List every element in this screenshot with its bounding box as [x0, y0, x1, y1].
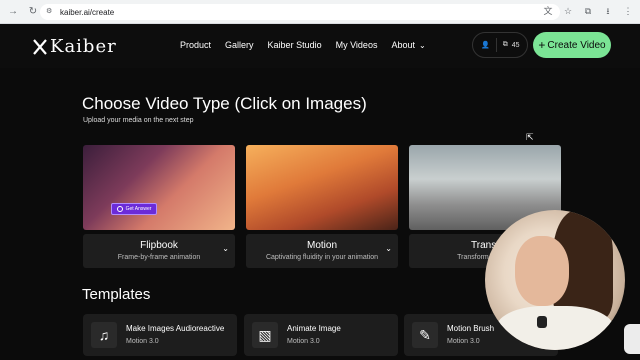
page-subtitle: Upload your media on the next step [83, 117, 194, 124]
presenter-jacket [495, 306, 615, 350]
type-description: Frame-by-frame animation [117, 254, 201, 261]
type-description: Captivating fluidity in your animation [265, 254, 379, 261]
template-name: Motion Brush [447, 324, 495, 333]
template-audioreactive[interactable]: ♫ Make Images Audioreactive Motion 3.0 [83, 314, 237, 356]
site-header: Kaiber Product Gallery Kaiber Studio My … [0, 24, 640, 68]
type-name: Flipbook [140, 240, 178, 251]
template-version: Motion 3.0 [126, 338, 159, 345]
nav-about[interactable]: About ⌄ [391, 40, 425, 50]
main-nav: Product Gallery Kaiber Studio My Videos … [180, 40, 440, 50]
microphone-icon [537, 316, 547, 328]
logo-text: Kaiber [50, 36, 117, 57]
nav-gallery[interactable]: Gallery [225, 40, 254, 50]
motion-thumbnail[interactable] [246, 145, 398, 230]
plus-icon: + [538, 38, 546, 52]
chevron-down-icon[interactable]: ⌄ [385, 244, 392, 253]
flipbook-thumbnail[interactable]: Get Answer [83, 145, 235, 230]
create-video-button[interactable]: + Create Video [533, 32, 611, 58]
translate-icon[interactable]: 文 [542, 5, 554, 17]
templates-heading: Templates [82, 286, 151, 303]
kaiber-logo[interactable]: Kaiber [32, 36, 117, 57]
flipbook-info[interactable]: Flipbook Frame-by-frame animation ⌄ [83, 234, 235, 268]
divider [495, 38, 497, 52]
brush-icon: ✎ [412, 322, 438, 348]
url-text: kaiber.ai/create [60, 7, 115, 17]
template-name: Make Images Audioreactive [126, 324, 225, 333]
get-answer-icon [116, 206, 123, 212]
credits-count: 45 [511, 41, 520, 49]
nav-about-label: About [391, 40, 415, 50]
video-type-card-flipbook[interactable]: Get Answer Flipbook Frame-by-frame anima… [83, 145, 235, 270]
motion-info[interactable]: Motion Captivating fluidity in your anim… [246, 234, 398, 268]
template-name: Animate Image [287, 324, 341, 333]
mouse-cursor-icon: ⇱ [526, 132, 534, 142]
music-note-icon: ♫ [91, 322, 117, 348]
address-bar[interactable]: ⚙ kaiber.ai/create [40, 4, 560, 20]
account-credits[interactable]: 👤 ⧉ 45 [472, 32, 528, 58]
template-animate-image[interactable]: ▧ Animate Image Motion 3.0 [244, 314, 398, 356]
webcam-overlay [485, 210, 625, 350]
presenter-face [515, 236, 569, 306]
download-icon[interactable]: ⭳ [602, 5, 614, 17]
image-icon: ▧ [252, 322, 278, 348]
chevron-down-icon[interactable]: ⌄ [222, 244, 229, 253]
get-answer-button[interactable]: Get Answer [111, 203, 157, 215]
create-video-label: Create Video [547, 39, 606, 51]
template-version: Motion 3.0 [447, 338, 480, 345]
nav-product[interactable]: Product [180, 40, 211, 50]
kaiber-logo-icon [33, 38, 47, 55]
chevron-down-icon: ⌄ [418, 41, 426, 50]
page-title: Choose Video Type (Click on Images) [82, 94, 367, 113]
menu-icon[interactable]: ⋮ [622, 5, 634, 17]
nav-kaiber-studio[interactable]: Kaiber Studio [268, 40, 322, 50]
back-icon[interactable]: → [6, 5, 20, 19]
video-type-card-motion[interactable]: Motion Captivating fluidity in your anim… [246, 145, 398, 270]
template-version: Motion 3.0 [287, 338, 320, 345]
credits-icon: ⧉ [502, 41, 508, 48]
type-name: Motion [306, 240, 337, 251]
chat-widget-button[interactable] [624, 324, 640, 354]
star-icon[interactable]: ☆ [562, 5, 574, 17]
nav-my-videos[interactable]: My Videos [336, 40, 378, 50]
site-info-icon[interactable]: ⚙ [46, 8, 54, 16]
browser-toolbar: → ↻ ⚙ kaiber.ai/create 文 ☆ ⧉ ⭳ ⋮ [0, 0, 640, 24]
extensions-icon[interactable]: ⧉ [582, 5, 594, 17]
get-answer-label: Get Answer [125, 206, 152, 212]
reload-icon[interactable]: ↻ [26, 5, 40, 19]
user-icon: 👤 [481, 42, 490, 49]
